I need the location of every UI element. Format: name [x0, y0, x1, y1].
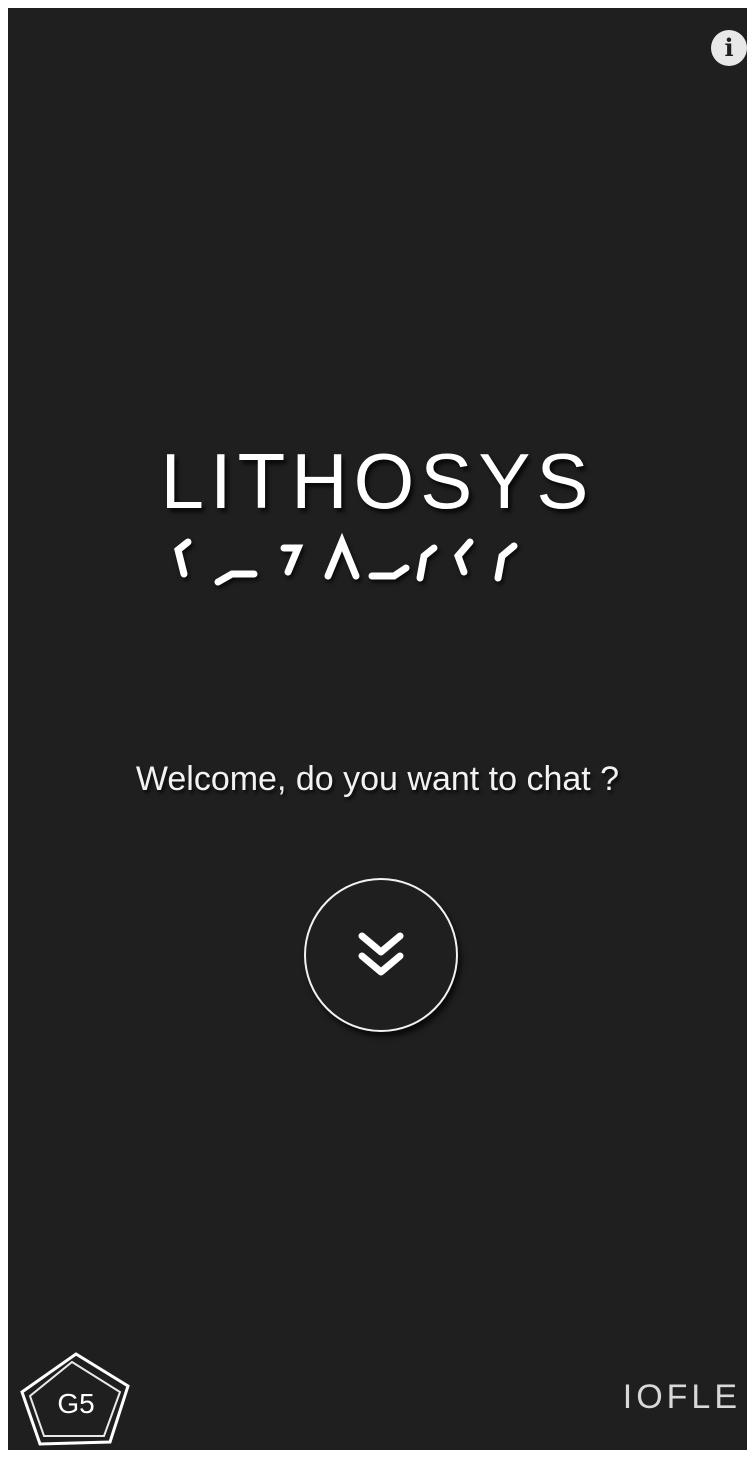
- logo: LITHOSYS: [8, 436, 747, 596]
- welcome-message: Welcome, do you want to chat ?: [135, 760, 620, 798]
- g5-badge: G5: [16, 1348, 136, 1448]
- brand-text: IOFLE: [622, 1378, 741, 1416]
- double-chevron-down-icon: [358, 932, 404, 976]
- app-screen: i LITHOSYS Welcome, do you want to chat …: [8, 8, 747, 1450]
- badge-label: G5: [57, 1388, 95, 1419]
- logo-title: LITHOSYS: [160, 437, 595, 525]
- info-icon[interactable]: i: [711, 30, 747, 66]
- start-chat-button[interactable]: [304, 878, 458, 1032]
- logo-glyph-mark: [173, 532, 517, 586]
